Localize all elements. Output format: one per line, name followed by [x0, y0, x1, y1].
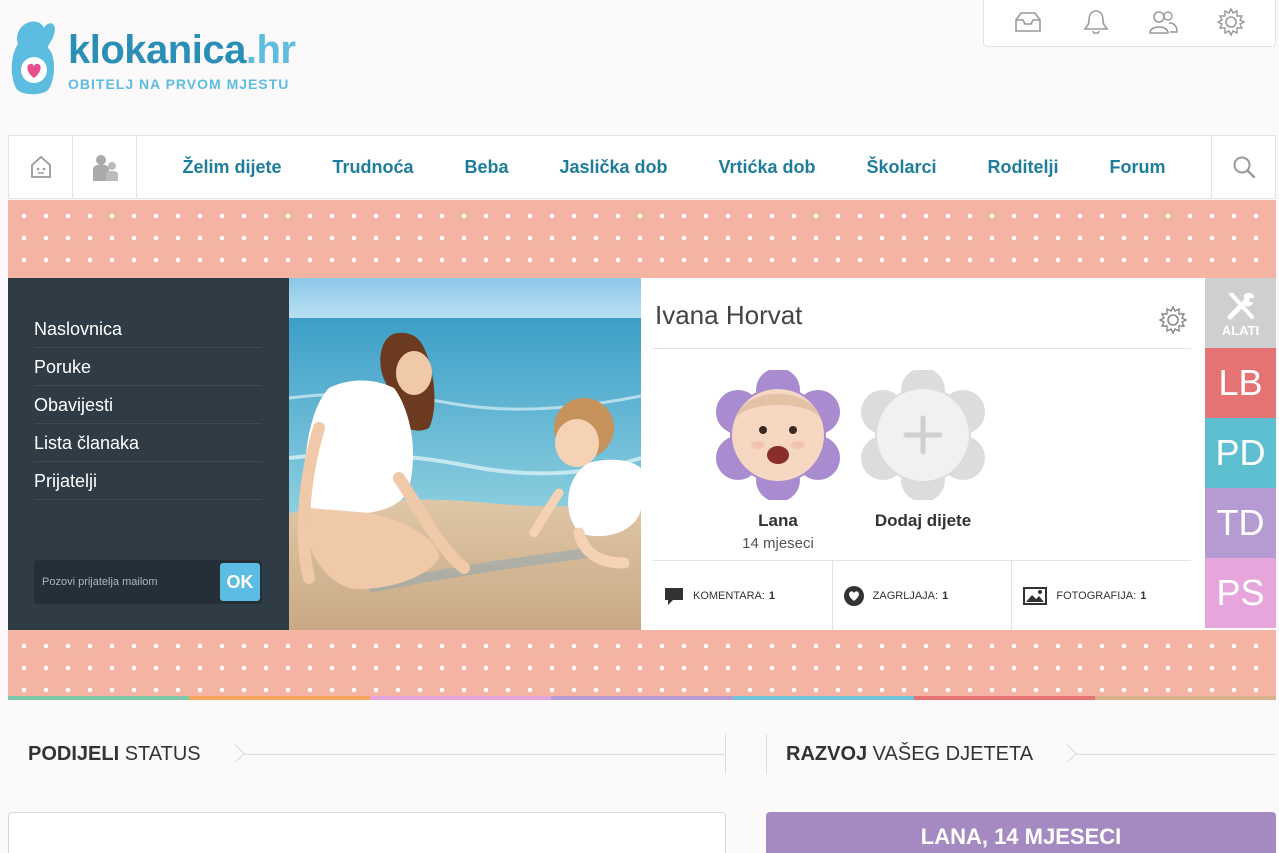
profile-name: Ivana Horvat [655, 300, 803, 330]
profile-settings-gear-icon[interactable] [1158, 305, 1188, 335]
heart-icon [843, 585, 864, 606]
share-status-title: PODIJELI STATUS [28, 742, 201, 765]
invite-form: OK [34, 560, 262, 604]
heading-divider [725, 734, 726, 774]
color-bar-segment [1094, 696, 1276, 700]
child-card-lana[interactable]: Lana 14 mjeseci [713, 368, 843, 552]
nav-link-vrticka-dob[interactable]: Vrtićka dob [718, 157, 815, 178]
side-menu-item-lista-clanaka[interactable]: Lista članaka [34, 424, 262, 462]
plus-icon [861, 368, 985, 502]
nav-links: Želim dijete Trudnoća Beba Jaslička dob … [137, 157, 1211, 178]
polka-dot-banner-top [8, 200, 1276, 278]
stat-value: 1 [942, 589, 949, 602]
color-bar-segment [732, 696, 914, 700]
tools-tab-label: ALATI [1221, 322, 1260, 338]
inbox-icon[interactable] [1008, 4, 1048, 40]
child-development-heading: RAZVOJ VAŠEG DJETETA [786, 734, 1276, 774]
comment-icon [665, 587, 683, 605]
polka-dot-banner-bottom [8, 630, 1276, 696]
logo-tagline: OBITELJ NA PRVOM MJESTU [68, 76, 290, 92]
status-input-box[interactable] [8, 812, 726, 853]
share-status-heading: PODIJELI STATUS [28, 734, 726, 774]
stat-label: KOMENTARA: [693, 589, 765, 602]
stat-comments[interactable]: KOMENTARA: 1 [653, 561, 833, 630]
color-bar-segment [913, 696, 1095, 700]
stat-photos[interactable]: FOTOGRAFIJA: 1 [1012, 561, 1191, 630]
child-development-box[interactable]: LANA, 14 MJESECI [766, 812, 1276, 853]
child-development-box-title: LANA, 14 MJESECI [920, 824, 1122, 849]
nav-link-trudnoca[interactable]: Trudnoća [332, 157, 413, 178]
tab-pd[interactable]: PD [1205, 418, 1276, 488]
stat-value: 1 [1140, 589, 1147, 602]
side-menu-item-prijatelji[interactable]: Prijatelji [34, 462, 262, 500]
friends-icon[interactable] [1143, 4, 1183, 40]
tab-ps[interactable]: PS [1205, 558, 1276, 628]
child-age: 14 mjeseci [742, 535, 814, 552]
add-child-button[interactable]: Dodaj dijete [858, 368, 988, 531]
nav-link-forum[interactable]: Forum [1109, 157, 1165, 178]
profile-side-menu: Naslovnica Poruke Obavijesti Lista člana… [8, 278, 289, 630]
stat-label: ZAGRLJAJA: [872, 589, 939, 602]
heading-divider [766, 734, 767, 774]
home-icon[interactable] [9, 136, 73, 198]
stat-label: FOTOGRAFIJA: [1056, 589, 1137, 602]
site-logo[interactable]: klokanica.hr OBITELJ NA PRVOM MJESTU [8, 12, 328, 102]
profile-panel: Ivana Horvat Lana 14 mjeseci Dodaj dijet… [641, 278, 1205, 630]
tab-lb[interactable]: LB [1205, 348, 1276, 418]
kangaroo-logo-icon [11, 21, 55, 95]
side-menu-item-obavijesti[interactable]: Obavijesti [34, 386, 262, 424]
right-tool-tabs: ALATI LB PD TD PS [1205, 278, 1276, 630]
search-icon[interactable] [1211, 136, 1275, 198]
child-avatar [716, 368, 840, 502]
color-bar-segment [8, 696, 190, 700]
stat-value: 1 [768, 589, 776, 602]
color-bar [8, 696, 1276, 700]
profile-stats: KOMENTARA: 1 ZAGRLJAJA: 1 FOTOGRAFIJA: 1 [653, 560, 1191, 630]
nav-link-jaslicka-dob[interactable]: Jaslička dob [559, 157, 667, 178]
profile-divider [653, 348, 1191, 349]
nav-link-skolarci[interactable]: Školarci [866, 157, 936, 178]
wrench-screwdriver-icon [1227, 292, 1254, 319]
nav-link-zelim-dijete[interactable]: Želim dijete [182, 157, 281, 178]
color-bar-segment [189, 696, 371, 700]
invite-email-input[interactable] [34, 560, 214, 604]
color-bar-segment [551, 696, 733, 700]
stat-hugs[interactable]: ZAGRLJAJA: 1 [833, 561, 1013, 630]
heading-rule [240, 753, 726, 755]
color-bar-segment [370, 696, 552, 700]
add-child-label: Dodaj dijete [874, 511, 972, 530]
photo-icon [1023, 586, 1048, 605]
tools-tab[interactable]: ALATI [1205, 278, 1276, 348]
family-icon[interactable] [73, 136, 137, 198]
logo-text: klokanica.hr [68, 28, 296, 72]
child-development-title: RAZVOJ VAŠEG DJETETA [786, 742, 1034, 765]
invite-ok-button[interactable]: OK [220, 563, 260, 601]
tab-td[interactable]: TD [1205, 488, 1276, 558]
heading-rule [1073, 753, 1276, 755]
bell-icon[interactable] [1076, 4, 1116, 40]
cover-photo [289, 278, 641, 630]
top-icon-bar [983, 0, 1276, 47]
child-name: Lana [758, 511, 798, 530]
nav-link-beba[interactable]: Beba [464, 157, 508, 178]
side-menu-item-naslovnica[interactable]: Naslovnica [34, 310, 262, 348]
main-nav: Želim dijete Trudnoća Beba Jaslička dob … [8, 135, 1276, 199]
side-menu-item-poruke[interactable]: Poruke [34, 348, 262, 386]
gear-icon[interactable] [1211, 4, 1251, 40]
nav-link-roditelji[interactable]: Roditelji [988, 157, 1059, 178]
